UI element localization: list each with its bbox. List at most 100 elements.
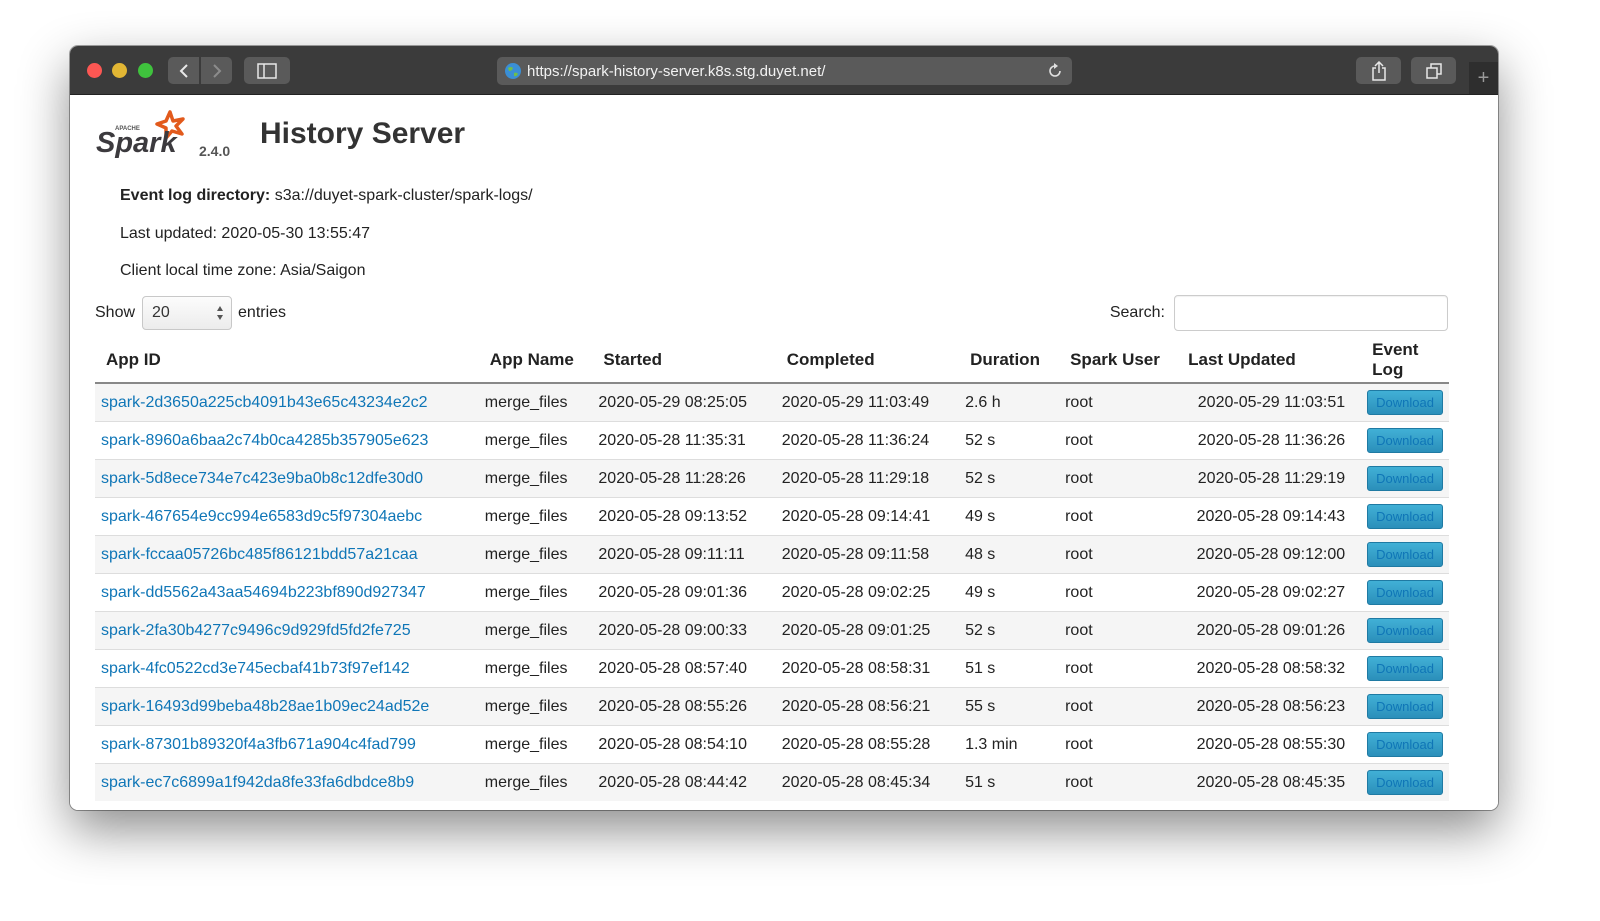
share-button[interactable] [1356,57,1401,84]
download-button[interactable]: Download [1367,504,1443,529]
url-text: https://spark-history-server.k8s.stg.duy… [527,62,826,80]
download-button[interactable]: Download [1367,656,1443,681]
app-id-link[interactable]: spark-87301b89320f4a3fb671a904c4fad799 [101,736,416,753]
app-name-cell: merge_files [478,687,593,726]
column-app-id[interactable]: App ID [95,338,479,384]
download-button[interactable]: Download [1367,466,1443,491]
new-tab-button[interactable]: + [1469,62,1498,94]
completed-cell: 2020-05-28 11:29:18 [775,459,960,498]
back-button[interactable] [168,57,199,84]
reload-icon[interactable] [1046,62,1064,80]
duration-cell: 51 s [959,649,1060,688]
app-name-cell: merge_files [478,459,593,498]
show-tabs-button[interactable] [1411,57,1456,84]
table-row: spark-4fc0522cd3e745ecbaf41b73f97ef142 me… [95,649,1449,688]
download-button[interactable]: Download [1367,694,1443,719]
started-cell: 2020-05-28 08:55:26 [592,687,776,726]
completed-cell: 2020-05-28 09:01:25 [775,611,960,650]
app-name-cell: merge_files [478,725,593,764]
address-bar[interactable]: https://spark-history-server.k8s.stg.duy… [497,57,1072,85]
app-id-link[interactable]: spark-dd5562a43aa54694b223bf890d927347 [101,584,426,601]
minimize-window-button[interactable] [112,63,127,78]
app-id-link[interactable]: spark-2fa30b4277c9496c9d929fd5fd2fe725 [101,622,411,639]
app-id-link[interactable]: spark-8960a6baa2c74b0ca4285b357905e623 [101,432,428,449]
app-id-link[interactable]: spark-2d3650a225cb4091b43e65c43234e2c2 [101,394,428,411]
column-spark-user[interactable]: Spark User [1059,338,1178,384]
app-id-link[interactable]: spark-ec7c6899a1f942da8fe33fa6dbdce8b9 [101,774,414,791]
duration-cell: 1.3 min [959,725,1060,764]
tabs-overview-icon [1425,62,1442,79]
column-completed[interactable]: Completed [775,338,960,384]
duration-cell: 48 s [959,535,1060,574]
event-log-value: s3a://duyet-spark-cluster/spark-logs/ [270,187,533,204]
event-log-cell: Download [1361,611,1449,650]
app-id-link[interactable]: spark-4fc0522cd3e745ecbaf41b73f97ef142 [101,660,410,677]
app-id-link[interactable]: spark-5d8ece734e7c423e9ba0b8c12dfe30d0 [101,470,423,487]
forward-button[interactable] [201,57,232,84]
app-name-cell: merge_files [478,421,593,460]
spark-user-cell: root [1059,421,1178,460]
started-cell: 2020-05-28 08:44:42 [592,763,776,801]
last-updated-cell: 2020-05-28 08:56:23 [1177,687,1362,726]
event-log-cell: Download [1361,459,1449,498]
app-name-cell: merge_files [478,497,593,536]
app-id-cell: spark-ec7c6899a1f942da8fe33fa6dbdce8b9 [95,763,479,801]
column-app-name[interactable]: App Name [478,338,593,384]
event-log-directory: Event log directory: s3a://duyet-spark-c… [120,187,533,205]
started-cell: 2020-05-28 09:01:36 [592,573,776,612]
plus-icon: + [1477,66,1490,89]
sidebar-toggle-button[interactable] [244,57,290,84]
started-cell: 2020-05-28 09:11:11 [592,535,776,574]
download-button[interactable]: Download [1367,732,1443,757]
search-input[interactable] [1174,295,1448,331]
close-window-button[interactable] [87,63,102,78]
show-label: Show [95,304,136,321]
last-updated-cell: 2020-05-28 09:12:00 [1177,535,1362,574]
table-row: spark-dd5562a43aa54694b223bf890d927347 me… [95,573,1449,612]
column-duration[interactable]: Duration [959,338,1060,384]
started-cell: 2020-05-28 08:54:10 [592,725,776,764]
last-updated-cell: 2020-05-28 09:02:27 [1177,573,1362,612]
zoom-window-button[interactable] [138,63,153,78]
duration-cell: 55 s [959,687,1060,726]
download-button[interactable]: Download [1367,770,1443,795]
download-button[interactable]: Download [1367,542,1443,567]
table-row: spark-2d3650a225cb4091b43e65c43234e2c2 me… [95,382,1449,422]
started-cell: 2020-05-28 11:28:26 [592,459,776,498]
app-id-cell: spark-467654e9cc994e6583d9c5f97304aebc [95,497,479,536]
table-row: spark-2fa30b4277c9496c9d929fd5fd2fe725 me… [95,611,1449,650]
completed-cell: 2020-05-28 09:14:41 [775,497,960,536]
last-updated-cell: 2020-05-28 11:36:26 [1177,421,1362,460]
app-name-cell: merge_files [478,382,593,422]
event-log-cell: Download [1361,573,1449,612]
spark-logo[interactable]: APACHE Spark [94,108,194,160]
app-id-link[interactable]: spark-fccaa05726bc485f86121bdd57a21caa [101,546,418,563]
browser-window: https://spark-history-server.k8s.stg.duy… [70,46,1498,810]
app-id-link[interactable]: spark-467654e9cc994e6583d9c5f97304aebc [101,508,422,525]
app-name-cell: merge_files [478,573,593,612]
table-row: spark-16493d99beba48b28ae1b09ec24ad52e me… [95,687,1449,726]
started-cell: 2020-05-28 09:00:33 [592,611,776,650]
table-row: spark-8960a6baa2c74b0ca4285b357905e623 me… [95,421,1449,460]
last-updated: Last updated: 2020-05-30 13:55:47 [120,225,370,242]
event-log-cell: Download [1361,687,1449,726]
download-button[interactable]: Download [1367,390,1443,415]
table-row: spark-87301b89320f4a3fb671a904c4fad799 me… [95,725,1449,764]
table-row: spark-ec7c6899a1f942da8fe33fa6dbdce8b9 me… [95,763,1449,801]
app-id-cell: spark-2d3650a225cb4091b43e65c43234e2c2 [95,382,479,422]
app-name-cell: merge_files [478,763,593,801]
column-last-updated[interactable]: Last Updated [1177,338,1362,384]
last-updated-cell: 2020-05-29 11:03:51 [1177,382,1362,422]
sidebar-icon [257,62,277,79]
entries-select[interactable]: 20 [142,296,233,330]
started-cell: 2020-05-28 08:57:40 [592,649,776,688]
column-event-log: Event Log [1361,338,1449,384]
app-id-cell: spark-5d8ece734e7c423e9ba0b8c12dfe30d0 [95,459,479,498]
column-started[interactable]: Started [592,338,776,384]
spark-user-cell: root [1059,687,1178,726]
app-id-cell: spark-2fa30b4277c9496c9d929fd5fd2fe725 [95,611,479,650]
download-button[interactable]: Download [1367,580,1443,605]
download-button[interactable]: Download [1367,618,1443,643]
download-button[interactable]: Download [1367,428,1443,453]
app-id-link[interactable]: spark-16493d99beba48b28ae1b09ec24ad52e [101,698,429,715]
